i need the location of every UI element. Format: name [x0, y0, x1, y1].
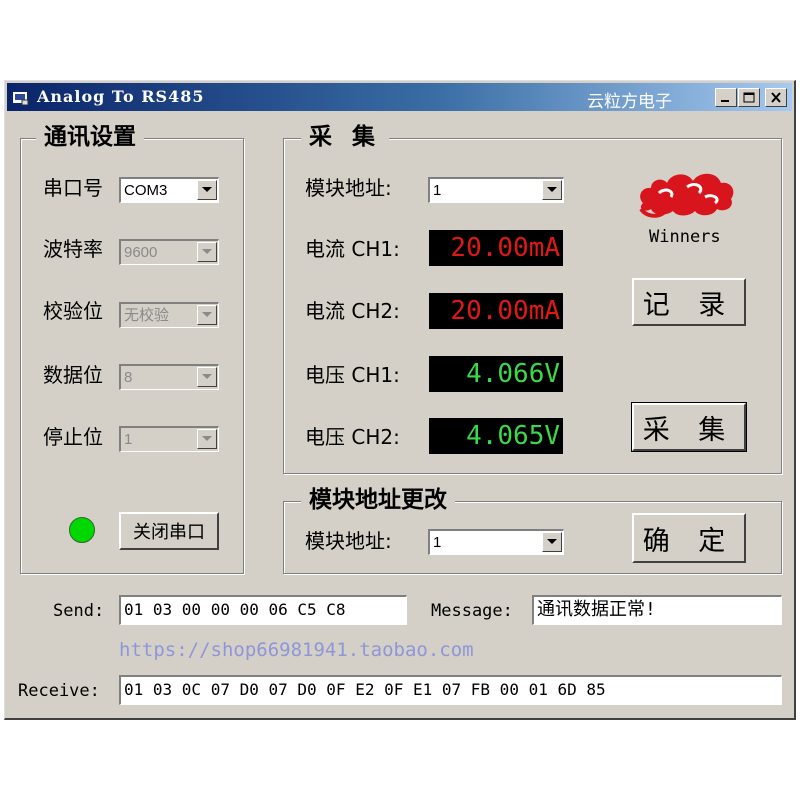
- change-address-value: 1: [433, 534, 442, 551]
- close-window-button[interactable]: [765, 88, 787, 107]
- close-port-button[interactable]: 关闭串口: [119, 512, 219, 550]
- acquire-title: 采 集: [301, 122, 390, 152]
- baud-select[interactable]: 9600: [119, 239, 219, 265]
- stopbits-value: 1: [124, 431, 133, 448]
- acquire-address-label: 模块地址:: [305, 176, 392, 200]
- stopbits-label: 停止位: [43, 425, 103, 449]
- current-ch2-label: 电流 CH2:: [305, 299, 400, 323]
- app-icon: [13, 90, 29, 106]
- port-status-led: [69, 517, 95, 543]
- maximize-button[interactable]: [738, 88, 760, 107]
- databits-value: 8: [124, 369, 133, 386]
- databits-label: 数据位: [43, 363, 103, 387]
- comm-settings-group: [20, 138, 244, 574]
- current-ch2-display: 20.00mA: [429, 293, 563, 329]
- port-value: COM3: [124, 182, 168, 199]
- stopbits-select[interactable]: 1: [119, 426, 219, 452]
- change-address-label: 模块地址:: [305, 529, 392, 553]
- parity-label: 校验位: [43, 299, 103, 323]
- window-title: Analog To RS485: [37, 87, 205, 106]
- send-label: Send:: [53, 601, 105, 621]
- current-ch1-label: 电流 CH1:: [305, 237, 400, 261]
- message-field[interactable]: 通讯数据正常!: [532, 595, 782, 625]
- record-button[interactable]: 记 录: [632, 278, 746, 326]
- acquire-address-value: 1: [433, 182, 442, 199]
- acquire-address-select[interactable]: 1: [428, 177, 564, 203]
- message-label: Message:: [431, 601, 513, 621]
- voltage-ch1-display: 4.066V: [429, 356, 563, 392]
- shop-link[interactable]: https://shop66981941.taobao.com: [119, 639, 474, 661]
- title-bar[interactable]: Analog To RS485 云粒方电子: [7, 83, 792, 112]
- port-label: 串口号: [43, 176, 103, 200]
- cloud-logo: [635, 163, 739, 223]
- receive-field[interactable]: 01 03 0C 07 D0 07 D0 0F E2 0F E1 07 FB 0…: [119, 675, 782, 705]
- comm-settings-title: 通讯设置: [36, 122, 144, 152]
- logo-text: Winners: [649, 227, 721, 247]
- baud-dropdown-button[interactable]: [197, 242, 217, 262]
- databits-select[interactable]: 8: [119, 364, 219, 390]
- confirm-button[interactable]: 确 定: [632, 513, 746, 563]
- window-brand: 云粒方电子: [587, 92, 672, 112]
- main-window: Analog To RS485 云粒方电子 通讯设置 串口号 COM3 波特率 …: [4, 80, 796, 720]
- acquire-button[interactable]: 采 集: [631, 402, 747, 452]
- change-address-select[interactable]: 1: [428, 529, 564, 555]
- parity-dropdown-button[interactable]: [197, 305, 217, 325]
- databits-dropdown-button[interactable]: [197, 367, 217, 387]
- voltage-ch2-label: 电压 CH2:: [305, 425, 400, 449]
- receive-label: Receive:: [18, 681, 100, 701]
- baud-value: 9600: [124, 244, 158, 261]
- port-select[interactable]: COM3: [119, 177, 219, 203]
- baud-label: 波特率: [43, 237, 103, 261]
- minimize-button[interactable]: [715, 88, 737, 107]
- port-dropdown-button[interactable]: [197, 180, 217, 200]
- send-field[interactable]: 01 03 00 00 00 06 C5 C8: [119, 595, 407, 625]
- acquire-address-dropdown-button[interactable]: [542, 180, 562, 200]
- voltage-ch2-display: 4.065V: [429, 418, 563, 454]
- change-address-dropdown-button[interactable]: [542, 532, 562, 552]
- voltage-ch1-label: 电压 CH1:: [305, 363, 400, 387]
- parity-value: 无校验: [124, 307, 170, 324]
- current-ch1-display: 20.00mA: [429, 230, 563, 266]
- stopbits-dropdown-button[interactable]: [197, 429, 217, 449]
- parity-select[interactable]: 无校验: [119, 302, 219, 328]
- address-change-title: 模块地址更改: [301, 485, 455, 515]
